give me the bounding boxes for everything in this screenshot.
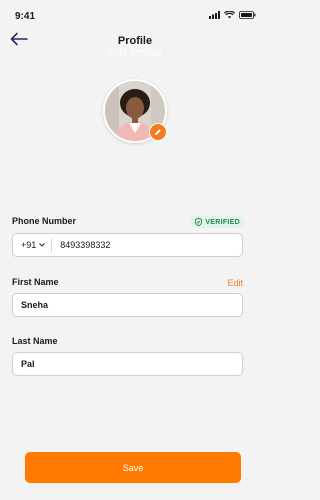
country-code-select[interactable]: +91 bbox=[13, 238, 53, 252]
phone-field: +91 8493398332 bbox=[12, 233, 243, 257]
pencil-icon bbox=[155, 129, 161, 135]
country-code: +91 bbox=[21, 240, 37, 250]
header: Profile Edit Profile bbox=[0, 30, 270, 60]
signal-icon bbox=[209, 11, 220, 19]
first-name-field[interactable]: Sneha bbox=[12, 293, 243, 317]
status-icons bbox=[209, 11, 256, 19]
wifi-icon bbox=[224, 11, 235, 19]
chevron-down-icon bbox=[39, 243, 46, 247]
status-bar: 9:41 bbox=[0, 0, 270, 30]
edit-photo-button[interactable] bbox=[149, 123, 167, 141]
ghost-title: Edit Profile bbox=[108, 47, 162, 59]
last-name-field[interactable]: Pal bbox=[12, 352, 243, 376]
first-name-label: First Name bbox=[12, 277, 59, 287]
status-time: 9:41 bbox=[15, 11, 36, 22]
save-button[interactable]: Save bbox=[25, 452, 241, 483]
verified-text: VERIFIED bbox=[205, 218, 240, 226]
title-wrap: Profile Edit Profile bbox=[0, 35, 270, 59]
verified-badge: VERIFIED bbox=[190, 216, 245, 228]
first-name-value: Sneha bbox=[21, 300, 49, 310]
battery-icon bbox=[239, 11, 256, 19]
edit-link[interactable]: Edit bbox=[227, 278, 243, 288]
avatar-wrap bbox=[103, 79, 167, 143]
phone-input[interactable]: 8493398332 bbox=[52, 240, 110, 250]
last-name-label: Last Name bbox=[12, 336, 58, 346]
shield-check-icon bbox=[195, 218, 203, 226]
phone-label: Phone Number bbox=[12, 216, 77, 226]
last-name-value: Pal bbox=[21, 359, 35, 369]
